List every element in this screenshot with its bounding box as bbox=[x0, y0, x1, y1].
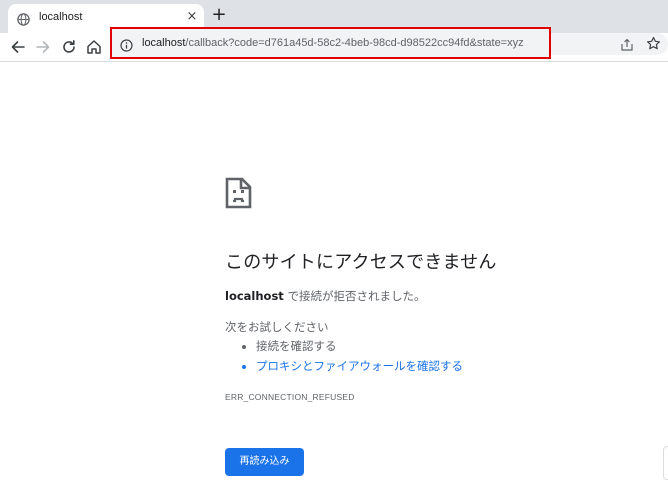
reload-page-button[interactable]: 再読み込み bbox=[225, 448, 304, 476]
url-text: localhost/callback?code=d761a45d-58c2-4b… bbox=[142, 37, 524, 49]
home-icon bbox=[87, 40, 101, 54]
globe-icon bbox=[17, 11, 30, 26]
error-code: ERR_CONNECTION_REFUSED bbox=[225, 392, 355, 402]
side-panel-tab[interactable] bbox=[663, 446, 668, 480]
reload-icon bbox=[63, 40, 75, 53]
tab-close-icon[interactable]: × bbox=[184, 9, 200, 25]
tab-title: localhost bbox=[39, 11, 83, 23]
share-icon[interactable] bbox=[620, 37, 634, 51]
error-title: このサイトにアクセスできません bbox=[225, 252, 497, 273]
error-description-text: で接続が拒否されました。 bbox=[283, 289, 426, 303]
suggestions-list: 接続を確認する プロキシとファイアウォールを確認する bbox=[242, 338, 463, 378]
sad-page-icon bbox=[225, 177, 252, 209]
error-description: localhost で接続が拒否されました。 bbox=[225, 288, 425, 304]
arrow-left-icon bbox=[11, 41, 25, 53]
suggestions-heading: 次をお試しください bbox=[225, 320, 329, 334]
url-host: localhost bbox=[142, 37, 186, 49]
url-path: /callback?code=d761a45d-58c2-4beb-98cd-d… bbox=[185, 37, 524, 49]
forward-button[interactable] bbox=[34, 38, 52, 56]
info-icon[interactable] bbox=[120, 37, 133, 52]
error-host: localhost bbox=[225, 289, 284, 303]
home-button[interactable] bbox=[85, 38, 103, 56]
suggestion-check-proxy-firewall-link[interactable]: プロキシとファイアウォールを確認する bbox=[256, 358, 463, 378]
back-button[interactable] bbox=[9, 38, 27, 56]
bookmark-star-icon[interactable] bbox=[646, 36, 661, 51]
address-bar[interactable]: localhost/callback?code=d761a45d-58c2-4b… bbox=[110, 27, 551, 59]
arrow-right-icon bbox=[36, 41, 50, 53]
suggestion-check-connection: 接続を確認する bbox=[256, 338, 463, 358]
reload-button[interactable] bbox=[60, 38, 78, 56]
new-tab-button[interactable]: + bbox=[210, 6, 228, 24]
